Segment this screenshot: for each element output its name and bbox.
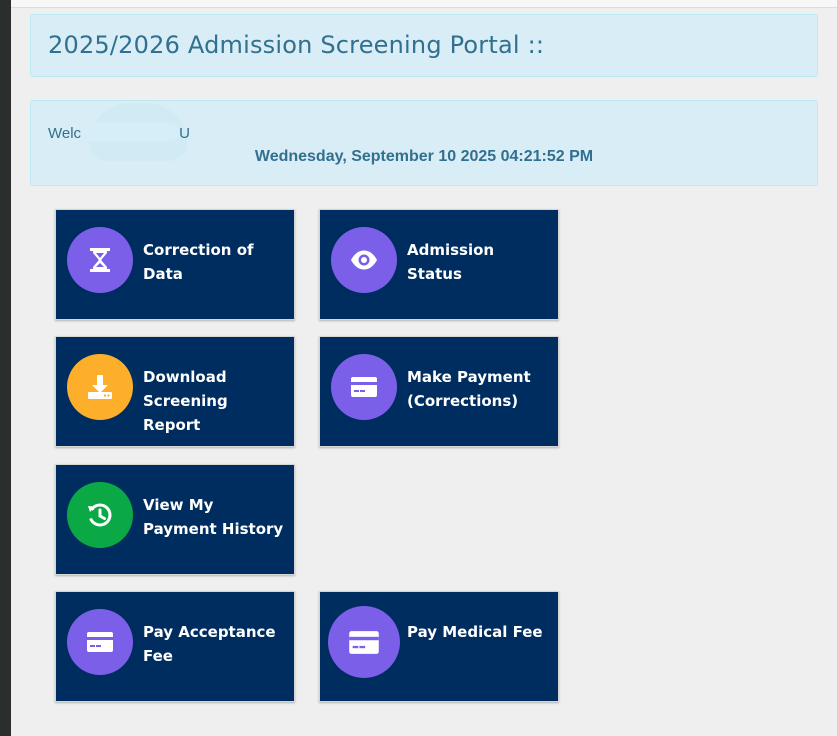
tile-correction-of-data[interactable]: Correction of Data — [55, 209, 295, 320]
tile-icon-circle — [67, 227, 133, 293]
credit-card-icon — [86, 631, 114, 653]
tile-icon-circle — [331, 354, 397, 420]
tile-download-screening-report[interactable]: Download Screening Report — [55, 336, 295, 447]
tile-label: Correction of Data — [143, 241, 254, 283]
tile-icon-circle — [67, 354, 133, 420]
hourglass-icon — [88, 247, 112, 273]
welcome-panel: Welc U Wednesday, September 10 2025 04:21… — [30, 100, 818, 186]
credit-card-icon — [350, 376, 378, 398]
tile-icon-circle — [331, 227, 397, 293]
page-title: 2025/2026 Admission Screening Portal :: — [48, 31, 545, 59]
tile-admission-status[interactable]: Admission Status — [319, 209, 559, 320]
left-sidebar-edge — [0, 0, 11, 736]
welcome-prefix: Welc — [48, 125, 82, 142]
tile-label: Download Screening Report — [143, 368, 228, 434]
tile-label: View My Payment History — [143, 496, 284, 538]
download-icon — [87, 374, 113, 400]
tile-label: Pay Medical Fee — [407, 623, 543, 641]
welcome-message: Welc U — [48, 123, 190, 142]
tile-view-payment-history[interactable]: View My Payment History — [55, 464, 295, 575]
tile-make-payment-corrections[interactable]: Make Payment (Corrections) — [319, 336, 559, 447]
current-datetime: Wednesday, September 10 2025 04:21:52 PM — [254, 148, 594, 165]
tile-icon-circle — [67, 609, 133, 675]
top-bar-edge — [11, 0, 837, 8]
credit-card-icon — [348, 630, 380, 655]
portal-title-panel: 2025/2026 Admission Screening Portal :: — [30, 14, 818, 77]
tile-pay-acceptance-fee[interactable]: Pay Acceptance Fee — [55, 591, 295, 702]
redacted-username — [81, 123, 180, 141]
tile-pay-medical-fee[interactable]: Pay Medical Fee — [319, 591, 559, 702]
tile-label: Make Payment (Corrections) — [407, 368, 531, 410]
tile-label: Pay Acceptance Fee — [143, 623, 276, 665]
welcome-suffix: U — [179, 125, 190, 142]
tile-label: Admission Status — [407, 241, 495, 283]
tile-icon-circle — [328, 606, 400, 678]
eye-icon — [350, 250, 378, 270]
tile-icon-circle — [67, 482, 133, 548]
history-icon — [87, 502, 113, 528]
